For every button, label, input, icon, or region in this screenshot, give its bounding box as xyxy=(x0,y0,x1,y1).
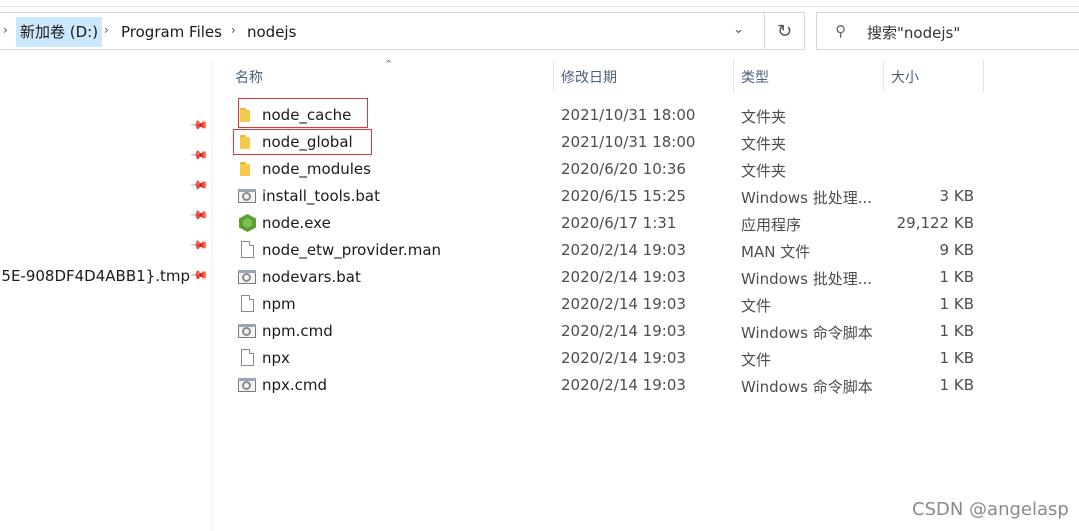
file-size: 1 KB xyxy=(939,349,974,367)
file-row[interactable]: npm 2020/2/14 19:03 文件 1 KB xyxy=(232,291,992,318)
file-date: 2020/2/14 19:03 xyxy=(561,268,686,286)
file-size: 1 KB xyxy=(939,268,974,286)
file-date: 2020/2/14 19:03 xyxy=(561,241,686,259)
chevron-right-icon[interactable]: › xyxy=(104,23,109,37)
file-date: 2020/2/14 19:03 xyxy=(561,322,686,340)
batch-file-icon xyxy=(238,268,256,286)
file-size: 9 KB xyxy=(939,241,974,259)
chevron-down-icon[interactable]: ⌄ xyxy=(733,22,744,37)
breadcrumb-drive[interactable]: 新加卷 (D:) xyxy=(16,17,103,47)
column-divider[interactable] xyxy=(883,60,884,92)
chevron-right-icon[interactable]: › xyxy=(231,23,236,37)
file-date: 2020/6/15 15:25 xyxy=(561,187,686,205)
breadcrumb-program-files[interactable]: Program Files xyxy=(121,21,222,43)
file-row[interactable]: npx.cmd 2020/2/14 19:03 Windows 命令脚本 1 KB xyxy=(232,372,992,399)
document-icon xyxy=(238,241,256,259)
document-icon xyxy=(238,349,256,367)
file-row[interactable]: npx 2020/2/14 19:03 文件 1 KB xyxy=(232,345,992,372)
pin-icon[interactable]: 📌 xyxy=(189,115,209,135)
column-header-size[interactable]: 大小 xyxy=(891,67,919,87)
file-size: 1 KB xyxy=(939,322,974,340)
file-date: 2021/10/31 18:00 xyxy=(561,106,696,124)
refresh-icon: ↻ xyxy=(776,20,793,42)
search-placeholder: 搜索"nodejs" xyxy=(867,24,961,42)
file-date: 2020/2/14 19:03 xyxy=(561,295,686,313)
file-date: 2020/6/20 10:36 xyxy=(561,160,686,178)
file-row[interactable]: install_tools.bat 2020/6/15 15:25 Windows … xyxy=(232,183,992,210)
nav-pane-divider[interactable] xyxy=(211,60,212,531)
file-type: 应用程序 xyxy=(741,216,802,234)
column-divider[interactable] xyxy=(983,60,984,92)
pin-icon[interactable]: 📌 xyxy=(189,145,209,165)
batch-file-icon xyxy=(238,322,256,340)
refresh-button[interactable]: ↻ xyxy=(765,12,805,50)
file-name: npm.cmd xyxy=(262,322,333,340)
file-type: Windows 批处理... xyxy=(741,189,873,207)
file-type: Windows 命令脚本 xyxy=(741,324,873,342)
watermark: CSDN @angelasp xyxy=(912,499,1069,520)
nodejs-exe-icon xyxy=(238,214,256,232)
file-type: 文件 xyxy=(741,351,772,369)
file-size: 1 KB xyxy=(939,295,974,313)
file-name: nodevars.bat xyxy=(262,268,361,286)
highlight-box-node-global xyxy=(233,129,372,155)
column-divider[interactable] xyxy=(733,60,734,92)
file-type: Windows 命令脚本 xyxy=(741,378,873,396)
highlight-box-node-cache xyxy=(238,98,368,128)
file-type: 文件 xyxy=(741,297,772,315)
column-header-name[interactable]: 名称 xyxy=(235,67,263,87)
file-size: 1 KB xyxy=(939,376,974,394)
column-header-date[interactable]: 修改日期 xyxy=(561,67,617,87)
breadcrumb-nodejs[interactable]: nodejs xyxy=(247,21,296,43)
file-type: Windows 批处理... xyxy=(741,270,873,288)
file-size: 3 KB xyxy=(939,187,974,205)
file-name: install_tools.bat xyxy=(262,187,380,205)
file-name: node_modules xyxy=(262,160,371,178)
batch-file-icon xyxy=(238,376,256,394)
file-date: 2020/2/14 19:03 xyxy=(561,376,686,394)
file-size: 29,122 KB xyxy=(896,214,974,232)
pin-icon[interactable]: 📌 xyxy=(189,235,209,255)
file-date: 2020/6/17 1:31 xyxy=(561,214,677,232)
file-name: node.exe xyxy=(262,214,331,232)
file-row[interactable]: npm.cmd 2020/2/14 19:03 Windows 命令脚本 1 KB xyxy=(232,318,992,345)
nav-item-tmp[interactable]: 375E-908DF4D4ABB1}.tmp xyxy=(0,267,190,285)
file-date: 2021/10/31 18:00 xyxy=(561,133,696,151)
batch-file-icon xyxy=(238,187,256,205)
file-name: npx xyxy=(262,349,290,367)
sort-ascending-icon: ⌃ xyxy=(384,58,394,71)
file-type: 文件夹 xyxy=(741,108,787,126)
chevron-right-icon[interactable]: › xyxy=(3,23,8,37)
window-top-border xyxy=(0,6,1079,7)
search-icon: ⚲ xyxy=(835,22,846,40)
file-name: npx.cmd xyxy=(262,376,328,394)
folder-icon xyxy=(238,160,256,178)
file-row[interactable]: node.exe 2020/6/17 1:31 应用程序 29,122 KB xyxy=(232,210,992,237)
file-type: MAN 文件 xyxy=(741,243,811,261)
pin-icon[interactable]: 📌 xyxy=(189,265,209,285)
file-name: node_etw_provider.man xyxy=(262,241,442,259)
file-row[interactable]: node_etw_provider.man 2020/2/14 19:03 MAN … xyxy=(232,237,992,264)
file-name: npm xyxy=(262,295,296,313)
search-input[interactable]: ⚲ 搜索"nodejs" xyxy=(816,12,1079,50)
file-row[interactable]: nodevars.bat 2020/2/14 19:03 Windows 批处理..… xyxy=(232,264,992,291)
document-icon xyxy=(238,295,256,313)
file-type: 文件夹 xyxy=(741,162,787,180)
column-header-type[interactable]: 类型 xyxy=(741,67,769,87)
file-row[interactable]: node_modules 2020/6/20 10:36 文件夹 xyxy=(232,156,992,183)
file-type: 文件夹 xyxy=(741,135,787,153)
file-date: 2020/2/14 19:03 xyxy=(561,349,686,367)
column-divider[interactable] xyxy=(553,60,554,92)
pin-icon[interactable]: 📌 xyxy=(189,175,209,195)
address-bar[interactable]: › 新加卷 (D:) › Program Files › nodejs ⌄ xyxy=(0,12,765,50)
pin-icon[interactable]: 📌 xyxy=(189,205,209,225)
